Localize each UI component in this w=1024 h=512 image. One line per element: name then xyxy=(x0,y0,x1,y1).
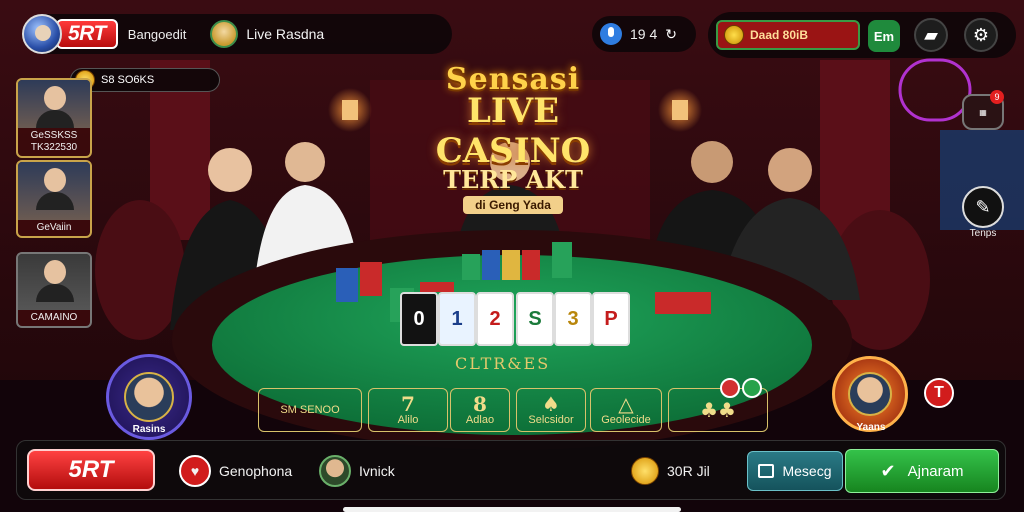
playing-card[interactable]: 3 xyxy=(554,292,592,346)
brand-button[interactable]: 5RT xyxy=(27,449,155,491)
tips-icon[interactable]: ✎ xyxy=(962,186,1004,228)
check-icon: ✔ xyxy=(880,460,896,481)
topbar-left: 5RT Bangoedit Live Rasdna xyxy=(22,14,452,54)
dealer-avatar xyxy=(124,372,174,422)
zone-label: Alilo xyxy=(397,414,419,426)
room-avatar-icon[interactable] xyxy=(210,20,239,48)
viewer-stat[interactable]: 19 4 ↻ xyxy=(592,16,696,52)
playing-card[interactable]: P xyxy=(592,292,630,346)
player-avatar xyxy=(848,372,892,416)
lips-icon: ♥ xyxy=(179,455,211,487)
profile-icon[interactable] xyxy=(22,14,62,54)
share-icon[interactable]: ↻ xyxy=(665,26,677,43)
bet-zone[interactable]: SM SENOO xyxy=(258,388,362,432)
notification-count: 9 xyxy=(990,90,1004,104)
player-card[interactable]: GeSSKSS TK322530 xyxy=(16,78,92,158)
join-button[interactable]: ✔ Ajnaram xyxy=(845,449,999,493)
bet-zone[interactable]: ♠ Selcsidor xyxy=(516,388,586,432)
title-tag: di Geng Yada xyxy=(463,196,563,214)
zone-value: 7 xyxy=(401,392,415,416)
red-chip-button[interactable] xyxy=(720,378,740,398)
zone-label: Adlao xyxy=(465,414,495,426)
green-chip-button[interactable] xyxy=(742,378,762,398)
bet-zone[interactable]: 7 Alilo xyxy=(368,388,448,432)
dealer-label: Rasins xyxy=(132,424,166,435)
tips-label: Tenps xyxy=(969,228,997,239)
coin-badge-text: S8 SO6KS xyxy=(101,74,155,86)
coin-icon xyxy=(724,25,744,45)
zone-value: △ xyxy=(618,392,634,416)
playing-card[interactable]: S xyxy=(516,292,554,346)
settings-icon[interactable]: ⚙ xyxy=(964,18,998,52)
bottom-item-1-label: Genophona xyxy=(219,463,293,479)
playing-card[interactable]: 0 xyxy=(400,292,438,346)
title-line-2: LIVE CASINO xyxy=(435,91,591,171)
zone-label: Selcsidor xyxy=(528,414,574,426)
coin-badge[interactable]: S8 SO6KS xyxy=(70,68,220,92)
bet-zone[interactable]: 8 Adlao xyxy=(450,388,510,432)
player-label: GeSSKSS TK322530 xyxy=(30,130,78,153)
topbar-right: Daad 80iB Em ▰ ⚙ xyxy=(708,12,1016,58)
balance-value: Daad 80iB xyxy=(750,28,809,42)
zone-value: ♣♣ xyxy=(700,398,736,422)
wallet-icon[interactable]: ▰ xyxy=(914,18,948,52)
message-button[interactable]: Mesecg xyxy=(747,451,843,491)
message-label: Mesecg xyxy=(782,463,832,479)
join-label: Ajnaram xyxy=(907,462,964,480)
home-indicator[interactable] xyxy=(343,507,681,512)
player-badge-label: Yaans xyxy=(856,422,886,433)
player-label: CAMAINO xyxy=(30,312,78,323)
balance-display[interactable]: Daad 80iB xyxy=(716,20,860,50)
bottom-balance-value: 30R Jil xyxy=(667,463,710,479)
player-card[interactable]: GeVaiin xyxy=(16,160,92,238)
red-action-icon[interactable]: T xyxy=(924,378,954,408)
room-name[interactable]: Live Rasdna xyxy=(246,26,324,42)
zone-label: Geolecide xyxy=(601,414,651,426)
playing-card[interactable]: 2 xyxy=(476,292,514,346)
player-avatar-badge[interactable] xyxy=(832,356,908,432)
bottom-item-2[interactable]: Ivnick xyxy=(319,455,395,487)
bottom-item-2-label: Ivnick xyxy=(359,463,395,479)
mic-icon[interactable] xyxy=(600,23,622,45)
bottom-balance[interactable]: 30R Jil xyxy=(631,455,710,487)
em-button[interactable]: Em xyxy=(868,20,900,52)
playing-card[interactable]: 1 xyxy=(438,292,476,346)
message-icon xyxy=(758,464,775,478)
zone-label: SM SENOO xyxy=(280,404,340,416)
coin-icon xyxy=(631,457,659,485)
stat-value: 19 4 xyxy=(630,26,658,42)
title-line-3: TERP AKT xyxy=(443,165,583,194)
zone-value: 8 xyxy=(473,392,487,416)
player-avatar xyxy=(18,254,90,310)
bottom-item-1[interactable]: ♥ Genophona xyxy=(179,455,292,487)
player-label: GeVaiin xyxy=(36,222,72,233)
table-title: CLTR&ES xyxy=(455,354,551,373)
player-avatar xyxy=(18,80,90,128)
bottom-bar: 5RT ♥ Genophona Ivnick 30R Jil Mesecg ✔ … xyxy=(16,440,1006,500)
bet-zone[interactable]: △ Geolecide xyxy=(590,388,662,432)
zone-value: ♠ xyxy=(542,392,560,416)
brand-logo[interactable]: 5RT xyxy=(56,19,118,49)
player-avatar xyxy=(18,162,90,220)
promo-title: Sensasi LIVE CASINO TERP AKT di Geng Yad… xyxy=(388,62,638,214)
username: Bangoedit xyxy=(127,26,187,42)
user-avatar-icon xyxy=(319,455,351,487)
player-card[interactable]: CAMAINO xyxy=(16,252,92,328)
